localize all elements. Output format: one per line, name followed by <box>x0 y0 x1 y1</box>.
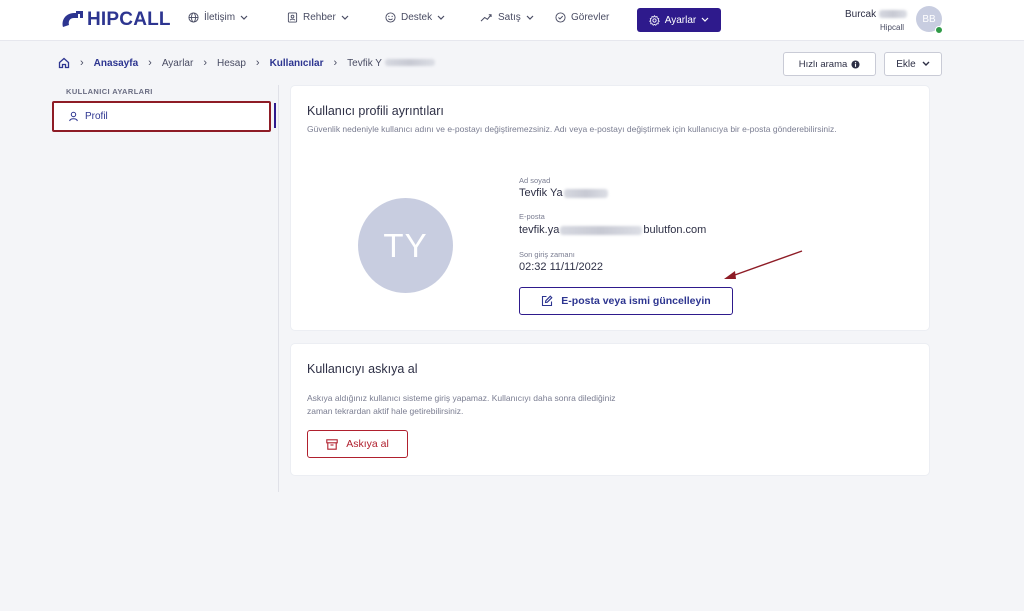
last-login-label: Son giriş zamanı <box>519 250 575 259</box>
nav-item-label: Destek <box>401 12 433 23</box>
email-label: E-posta <box>519 212 545 221</box>
suspend-button-label: Askıya al <box>346 438 389 450</box>
profile-card-title: Kullanıcı profili ayrıntıları <box>307 104 444 118</box>
nav-item-satis[interactable]: Satış <box>480 12 534 23</box>
online-status-dot <box>935 26 943 34</box>
nav-item-label: Satış <box>498 12 521 23</box>
hipcall-logo[interactable]: HIPCALL <box>60 9 171 31</box>
quick-search-button[interactable]: Hızlı arama <box>783 52 876 76</box>
sidebar-item-label: Profil <box>85 111 108 122</box>
chevron-down-icon <box>240 15 248 20</box>
redacted-text <box>878 10 907 19</box>
chevron-down-icon <box>922 61 930 66</box>
user-name[interactable]: Burcak <box>845 9 907 20</box>
nav-item-destek[interactable]: Destek <box>385 12 445 23</box>
globe-icon <box>188 12 199 23</box>
nav-item-label: Ayarlar <box>664 14 697 26</box>
nav-item-label: Görevler <box>571 12 610 23</box>
annotation-arrow-icon <box>724 250 803 279</box>
archive-icon <box>326 438 338 450</box>
user-company: Hipcall <box>880 23 905 32</box>
redacted-text <box>560 225 643 235</box>
breadcrumb-current-user: Tevfik Y <box>347 58 435 69</box>
redacted-text <box>563 188 608 198</box>
suspend-card-description-line2: zaman tekrardan aktif hale getirebilirsi… <box>307 406 464 416</box>
add-label: Ekle <box>896 58 916 70</box>
nav-item-label: İletişim <box>204 12 236 23</box>
contact-book-icon <box>287 12 298 23</box>
smile-icon <box>385 12 396 23</box>
breadcrumb-separator: › <box>333 57 338 69</box>
profile-details-card: Kullanıcı profili ayrıntıları Güvenlik n… <box>291 86 929 330</box>
profile-card-description: Güvenlik nedeniyle kullanıcı adını ve e-… <box>307 124 837 134</box>
chevron-down-icon <box>701 17 709 22</box>
sidebar-heading: KULLANICI AYARLARI <box>66 87 153 96</box>
breadcrumb-hesap[interactable]: Hesap <box>217 58 246 69</box>
breadcrumb-separator: › <box>255 57 260 69</box>
add-button[interactable]: Ekle <box>884 52 942 76</box>
full-name-label: Ad soyad <box>519 176 551 185</box>
home-icon[interactable] <box>58 57 70 69</box>
nav-item-ayarlar[interactable]: Ayarlar <box>637 8 721 32</box>
nav-item-gorevler[interactable]: Görevler <box>555 12 609 23</box>
breadcrumb-anasayfa[interactable]: Anasayfa <box>94 58 138 69</box>
nav-item-rehber[interactable]: Rehber <box>287 12 349 23</box>
profile-avatar: TY <box>358 198 453 293</box>
gear-icon <box>648 14 660 26</box>
suspend-card-description-line1: Askıya aldığınız kullanıcı sisteme giriş… <box>307 393 616 403</box>
quick-search-label: Hızlı arama <box>798 58 848 70</box>
phone-logo-icon <box>62 11 83 27</box>
nav-item-iletisim[interactable]: İletişim <box>188 12 248 23</box>
redacted-text <box>384 59 435 67</box>
info-icon <box>851 59 860 69</box>
breadcrumb: › Anasayfa › Ayarlar › Hesap › Kullanıcı… <box>58 57 435 69</box>
brand-name: HIPCALL <box>87 9 171 30</box>
last-login-value: 02:32 11/11/2022 <box>519 261 604 273</box>
breadcrumb-ayarlar[interactable]: Ayarlar <box>162 58 194 69</box>
nav-item-label: Rehber <box>303 12 336 23</box>
sidebar-item-profil[interactable]: Profil <box>52 101 271 132</box>
chevron-down-icon <box>526 15 534 20</box>
chevron-down-icon <box>437 15 445 20</box>
edit-icon <box>542 295 553 307</box>
suspend-user-card: Kullanıcıyı askıya al Askıya aldığınız k… <box>291 344 929 475</box>
update-email-name-button[interactable]: E-posta veya ismi güncelleyin <box>519 287 733 315</box>
check-circle-icon <box>555 12 566 23</box>
breadcrumb-separator: › <box>80 57 84 69</box>
sidebar-divider <box>278 85 279 492</box>
full-name-value: Tevfik Ya <box>519 187 608 199</box>
suspend-card-title: Kullanıcıyı askıya al <box>307 362 418 376</box>
suspend-button[interactable]: Askıya al <box>307 430 408 458</box>
chevron-down-icon <box>341 15 349 20</box>
breadcrumb-separator: › <box>148 57 152 69</box>
email-value: tevfik.ya bulutfon.com <box>519 224 707 236</box>
breadcrumb-separator: › <box>203 57 207 69</box>
breadcrumb-kullanicilar[interactable]: Kullanıcılar <box>270 58 324 69</box>
user-icon <box>69 111 78 122</box>
update-button-label: E-posta veya ismi güncelleyin <box>561 295 711 307</box>
sidebar-active-indicator <box>274 103 276 128</box>
top-navigation: HIPCALL İletişim Rehber Destek Satış Gör… <box>0 0 1024 41</box>
trend-icon <box>480 14 492 22</box>
